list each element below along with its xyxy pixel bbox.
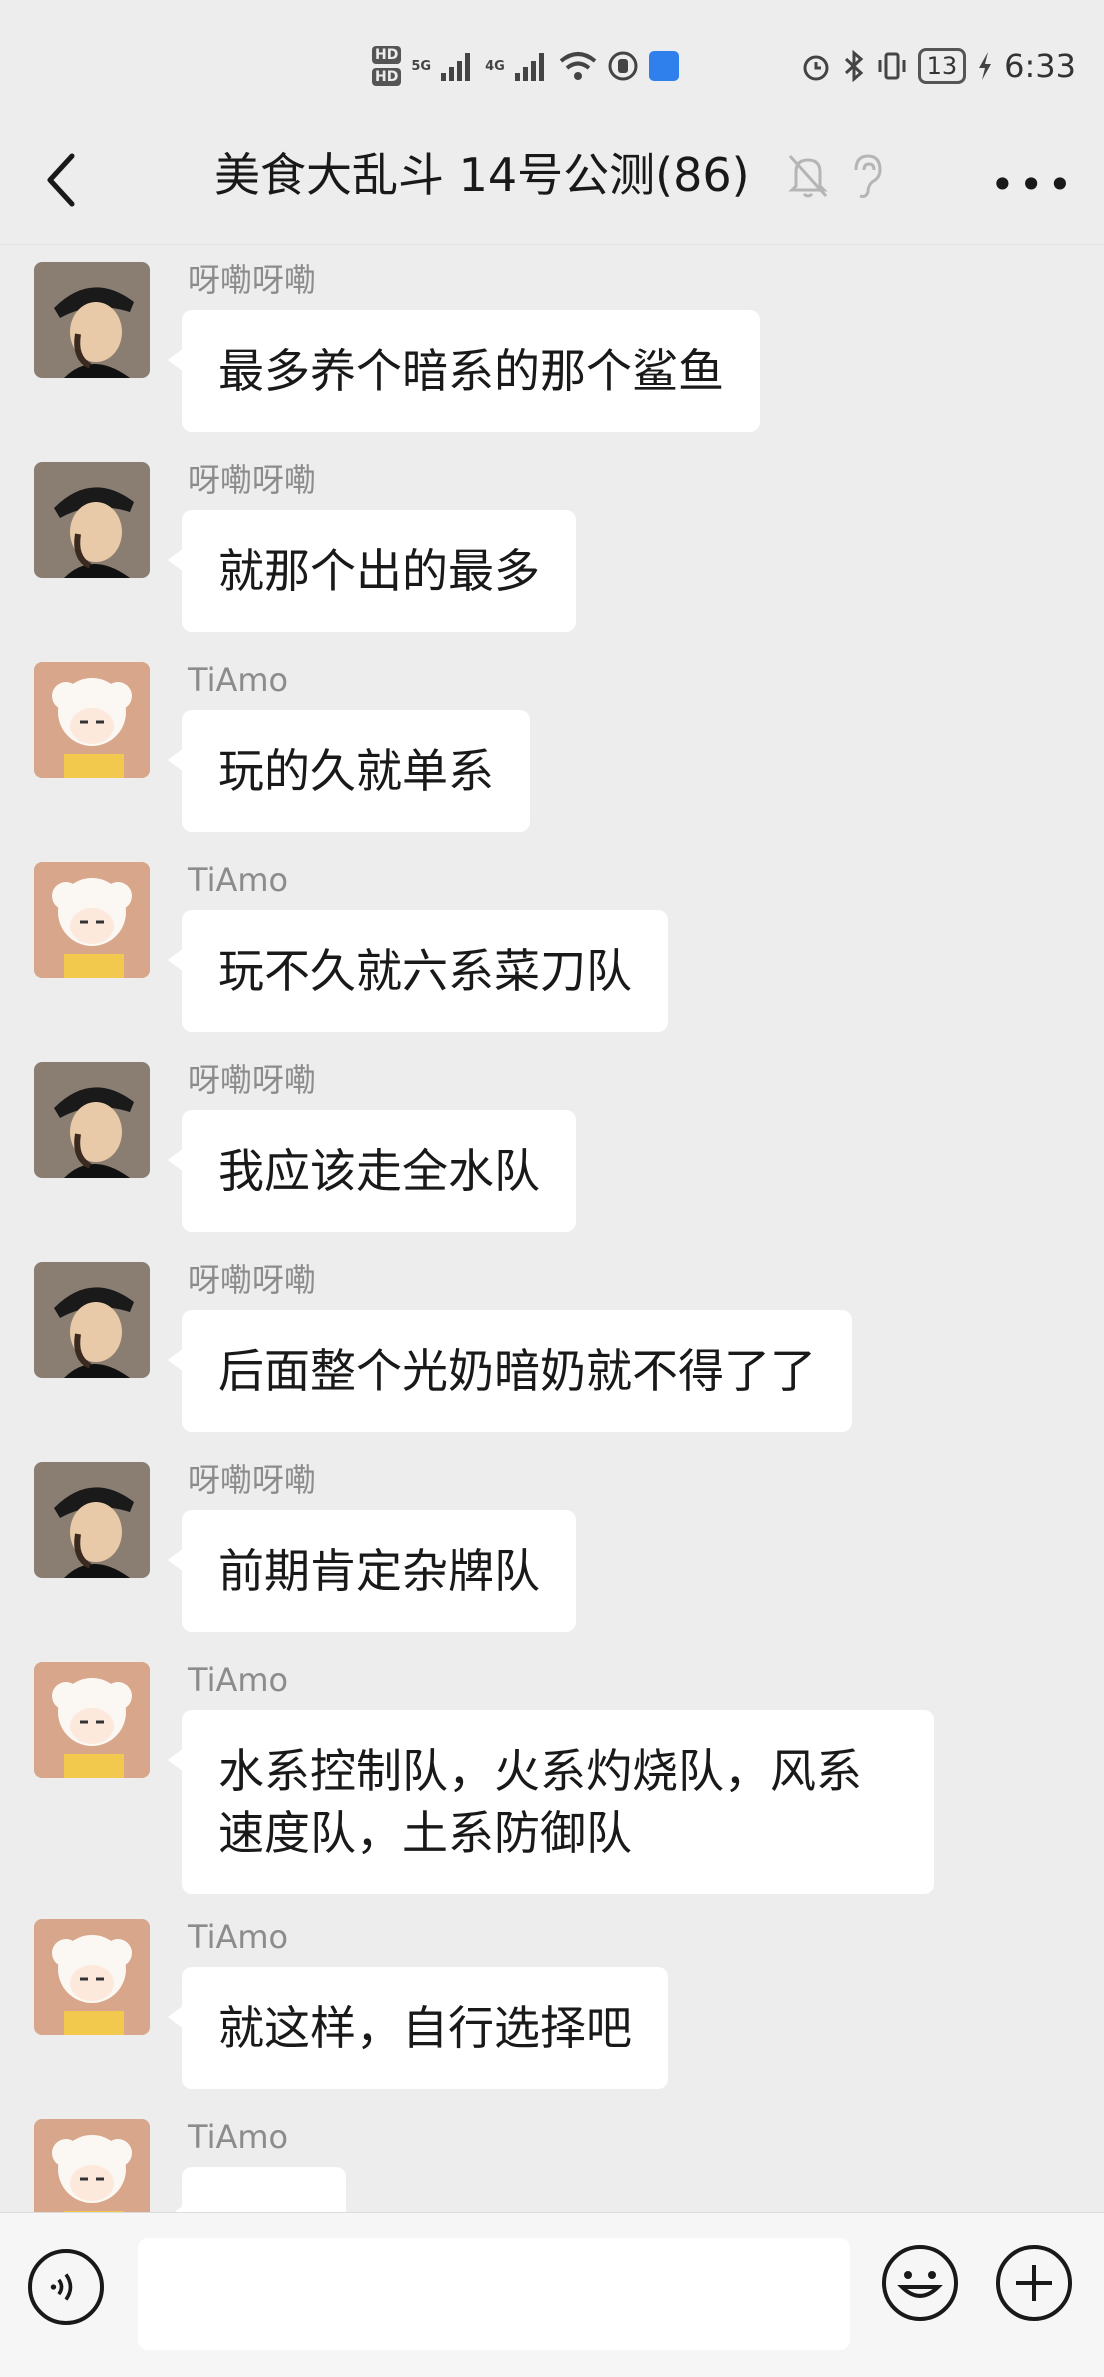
sender-name: TiAmo <box>188 2118 289 2156</box>
mute-bell-icon <box>788 154 828 198</box>
sheep-avatar[interactable] <box>34 1662 150 1778</box>
sender-name: TiAmo <box>188 1918 289 1956</box>
network-4g-label: 4G <box>485 58 505 74</box>
alarm-icon <box>803 55 829 81</box>
more-icon[interactable]: ••• <box>990 160 1076 209</box>
clock: 6:33 <box>1004 47 1076 85</box>
message-bubble[interactable]: 后面整个光奶暗奶就不得了了 <box>168 1310 852 1432</box>
message-input[interactable] <box>138 2238 850 2350</box>
back-arrow-icon[interactable] <box>40 150 80 210</box>
input-bar <box>0 2212 1104 2377</box>
signal-icon-2 <box>514 53 544 81</box>
sender-name: 呀嘞呀嘞 <box>188 1461 317 1499</box>
man-cap-avatar[interactable] <box>34 1262 150 1378</box>
status-bar: HD HD 5G 4G 13 6:33 <box>0 0 1104 130</box>
message-bubble[interactable]: 我应该走全水队 <box>168 1110 576 1232</box>
sender-name: TiAmo <box>188 861 289 899</box>
sheep-avatar[interactable] <box>34 2119 150 2212</box>
message-bubble[interactable]: 玩不久就六系菜刀队 <box>168 910 668 1032</box>
vibrate-icon <box>878 52 906 80</box>
sheep-avatar[interactable] <box>34 862 150 978</box>
message-bubble[interactable]: 就这样，自行选择吧 <box>168 1967 668 2089</box>
status-left: HD HD 5G 4G <box>372 36 679 96</box>
hd2-label: HD <box>372 68 402 86</box>
message-bubble[interactable]: 最多养个暗系的那个鲨鱼 <box>168 310 760 432</box>
man-cap-avatar[interactable] <box>34 462 150 578</box>
sender-name: 呀嘞呀嘞 <box>188 1061 317 1099</box>
bluetooth-icon <box>844 50 863 82</box>
ear-icon <box>854 154 882 198</box>
voice-icon[interactable] <box>28 2249 104 2325</box>
sender-name: TiAmo <box>188 1661 289 1699</box>
wifi-icon <box>559 52 597 80</box>
sender-name: TiAmo <box>188 661 289 699</box>
app-notification-icon <box>648 51 679 81</box>
man-cap-avatar[interactable] <box>34 1462 150 1578</box>
chat-title: 美食大乱斗 14号公测(86) <box>214 148 750 202</box>
plus-icon[interactable] <box>994 2243 1074 2323</box>
message-bubble[interactable]: 就那个出的最多 <box>168 510 576 632</box>
emoji-icon[interactable] <box>880 2243 960 2323</box>
hd-indicator: HD HD <box>372 46 402 86</box>
message-bubble[interactable]: 水系控制队，火系灼烧队，风系速度队，土系防御队 <box>168 1710 934 1894</box>
hd1-label: HD <box>372 46 402 64</box>
message-bubble[interactable]: 前期肯定杂牌队 <box>168 1510 576 1632</box>
signal-icon <box>441 53 471 81</box>
sender-name: 呀嘞呀嘞 <box>188 1261 317 1299</box>
status-right: 13 6:33 <box>800 36 1076 96</box>
sheep-avatar[interactable] <box>34 662 150 778</box>
sender-name: 呀嘞呀嘞 <box>188 461 317 499</box>
message-bubble[interactable]: …… <box>168 2167 346 2212</box>
man-cap-avatar[interactable] <box>34 1062 150 1178</box>
message-list[interactable]: 呀嘞呀嘞 最多养个暗系的那个鲨鱼 呀嘞呀嘞 就那个出的最多 TiAmo 玩的久就… <box>0 245 1104 2212</box>
battery-level: 13 <box>917 48 967 84</box>
charging-icon <box>979 52 992 80</box>
network-5g-label: 5G <box>411 58 432 74</box>
man-cap-avatar[interactable] <box>34 262 150 378</box>
hand-icon <box>608 51 638 81</box>
sender-name: 呀嘞呀嘞 <box>188 261 317 299</box>
sheep-avatar[interactable] <box>34 1919 150 2035</box>
message-bubble[interactable]: 玩的久就单系 <box>168 710 530 832</box>
